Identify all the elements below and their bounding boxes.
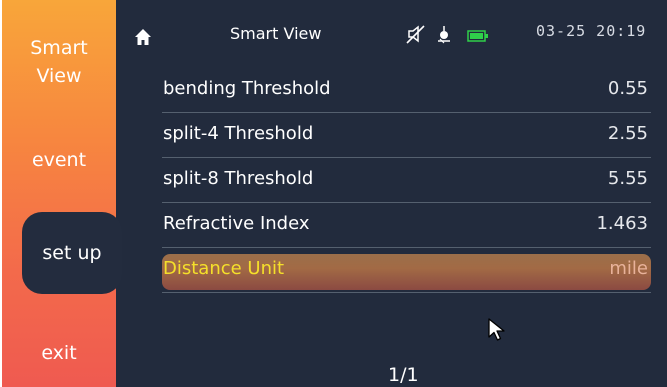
clock: 03-25 20:19 (536, 22, 647, 40)
mouse-pointer-icon (488, 318, 505, 341)
setting-value: mile (609, 258, 648, 279)
setting-label: bending Threshold (163, 78, 331, 99)
setting-value: 2.55 (607, 123, 648, 144)
sidebar-item-event[interactable]: event (2, 147, 116, 173)
sidebar-item-label: set up (42, 242, 102, 264)
page-indicator: 1/1 (388, 364, 419, 386)
setting-value: 5.55 (607, 168, 648, 189)
sidebar-item-label: event (31, 149, 87, 171)
sidebar-item-set-up[interactable]: set up (22, 212, 122, 294)
setting-label: Distance Unit (163, 258, 285, 279)
setting-row-split-8-threshold[interactable]: split-8 Threshold 5.55 (162, 158, 651, 203)
home-icon[interactable] (134, 28, 152, 46)
sidebar-item-smart-view[interactable]: Smart View (2, 34, 116, 90)
setting-label: Refractive Index (163, 213, 310, 234)
setting-row-distance-unit[interactable]: Distance Unit mile (162, 248, 651, 293)
setting-value: 1.463 (596, 213, 648, 234)
page-title: Smart View (230, 24, 322, 43)
mute-icon (406, 25, 425, 44)
sidebar-item-label: Smart (30, 37, 88, 59)
setting-row-refractive-index[interactable]: Refractive Index 1.463 (162, 203, 651, 248)
sidebar: Smart View event set up exit (2, 0, 122, 387)
setting-row-split-4-threshold[interactable]: split-4 Threshold 2.55 (162, 113, 651, 158)
status-bar: Smart View 03-25 20:19 (118, 0, 667, 68)
battery-icon (467, 30, 488, 42)
settings-list: bending Threshold 0.55 split-4 Threshold… (162, 68, 651, 293)
setting-value: 0.55 (607, 78, 648, 99)
sidebar-item-label: View (36, 65, 82, 87)
setting-label: split-8 Threshold (163, 168, 314, 189)
sidebar-item-label: exit (41, 342, 77, 364)
gps-icon (438, 26, 450, 44)
setting-row-bending-threshold[interactable]: bending Threshold 0.55 (162, 68, 651, 113)
sidebar-item-exit[interactable]: exit (2, 340, 116, 366)
setting-label: split-4 Threshold (163, 123, 314, 144)
